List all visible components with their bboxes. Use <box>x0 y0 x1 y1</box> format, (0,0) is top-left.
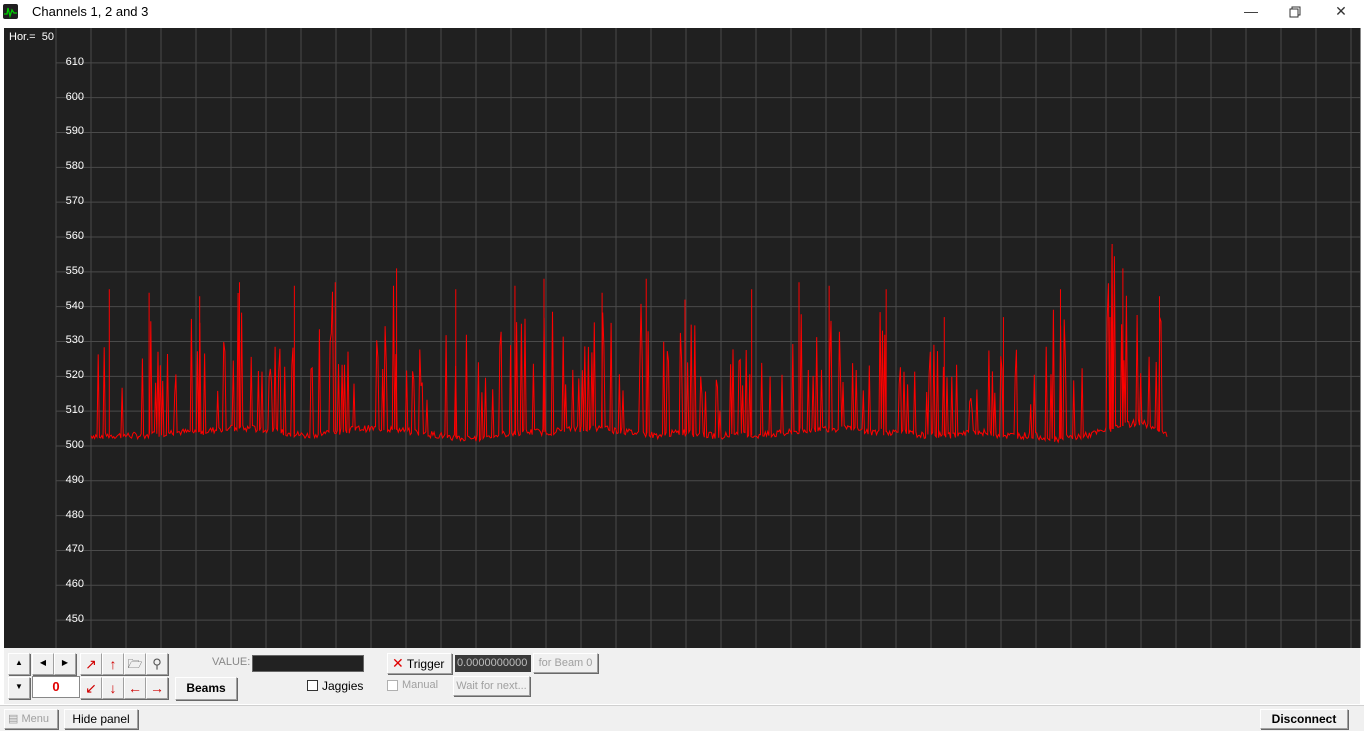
beams-button[interactable]: Beams <box>175 677 237 700</box>
oscilloscope-app-icon <box>3 4 18 19</box>
y-tick-label: 520 <box>65 369 84 382</box>
trigger-value-field[interactable]: 0.0000000000 <box>455 655 531 672</box>
y-tick-label: 540 <box>65 299 84 312</box>
manual-checkbox[interactable] <box>387 680 398 691</box>
y-tick-label: 570 <box>65 195 84 208</box>
zoom-icon[interactable]: ⚲ <box>146 653 168 675</box>
scroll-up-button[interactable]: ▲ <box>8 653 30 675</box>
trigger-button[interactable]: ✕ Trigger <box>387 653 452 674</box>
y-tick-label: 510 <box>65 404 84 417</box>
y-tick-label: 590 <box>65 125 84 138</box>
y-tick-label: 550 <box>65 264 84 277</box>
status-bar: ▤ Menu Hide panel Disconnect <box>0 705 1364 731</box>
jaggies-label: Jaggies <box>322 679 364 693</box>
step-right-button[interactable]: ▶ <box>54 653 76 675</box>
down-arrow-icon[interactable]: ↓ <box>102 677 124 699</box>
signal-trace <box>90 247 1168 444</box>
wait-for-next-button[interactable]: Wait for next... <box>453 676 530 696</box>
y-tick-label: 470 <box>65 543 84 556</box>
y-tick-label: 480 <box>65 508 84 521</box>
horizontal-scale-readout: Hor.= 50 <box>9 31 54 43</box>
hor-label: Hor.= <box>9 31 36 43</box>
y-tick-label: 490 <box>65 473 84 486</box>
menu-icon: ▤ <box>8 713 19 725</box>
title-bar: Channels 1, 2 and 3 — ✕ <box>0 0 1364 24</box>
close-x-icon: ✕ <box>392 655 404 671</box>
minimize-icon[interactable]: — <box>1228 0 1274 24</box>
up-arrow-icon[interactable]: ↑ <box>102 653 124 675</box>
open-folder-icon[interactable]: 🗁 <box>124 653 146 675</box>
manual-label: Manual <box>402 679 439 691</box>
jaggies-checkbox[interactable] <box>307 680 318 691</box>
left-arrow-icon[interactable]: ← <box>124 677 146 699</box>
menu-button[interactable]: ▤ Menu <box>4 709 58 729</box>
hor-value: 50 <box>41 31 54 43</box>
y-tick-label: 530 <box>65 334 84 347</box>
y-tick-label: 460 <box>65 578 84 591</box>
diagonal-down-arrow-icon[interactable]: ↙ <box>80 677 102 699</box>
beam-counter[interactable]: 0 <box>32 676 80 698</box>
control-panel: ▲ ▼ ◀ ▶ 0 ↗ ↑ 🗁 ⚲ ↙ ↓ ← → Beams VALUE: J… <box>4 648 1360 704</box>
oscilloscope-plot[interactable]: Hor.= 50 610 600 590 580 570 560 550 540 530 520 5… <box>4 28 1361 648</box>
for-beam-button[interactable]: for Beam 0 <box>533 653 598 673</box>
restore-icon[interactable] <box>1272 0 1318 24</box>
y-tick-label: 610 <box>65 55 84 68</box>
right-arrow-icon[interactable]: → <box>146 677 168 699</box>
trigger-label: Trigger <box>406 657 445 671</box>
diagonal-up-arrow-icon[interactable]: ↗ <box>80 653 102 675</box>
y-tick-label: 600 <box>65 90 84 103</box>
hide-panel-button[interactable]: Hide panel <box>64 709 138 729</box>
close-icon[interactable]: ✕ <box>1318 0 1364 24</box>
y-tick-label: 580 <box>65 160 84 173</box>
window-title: Channels 1, 2 and 3 <box>32 4 149 19</box>
plot-canvas <box>55 28 1360 648</box>
y-tick-label: 560 <box>65 229 84 242</box>
y-tick-label: 450 <box>65 613 84 626</box>
value-display <box>252 655 364 672</box>
disconnect-button[interactable]: Disconnect <box>1260 709 1348 729</box>
menu-label: Menu <box>21 713 49 725</box>
value-label: VALUE: <box>212 656 251 668</box>
y-tick-label: 500 <box>65 438 84 451</box>
scroll-down-button[interactable]: ▼ <box>8 677 30 699</box>
step-left-button[interactable]: ◀ <box>32 653 54 675</box>
